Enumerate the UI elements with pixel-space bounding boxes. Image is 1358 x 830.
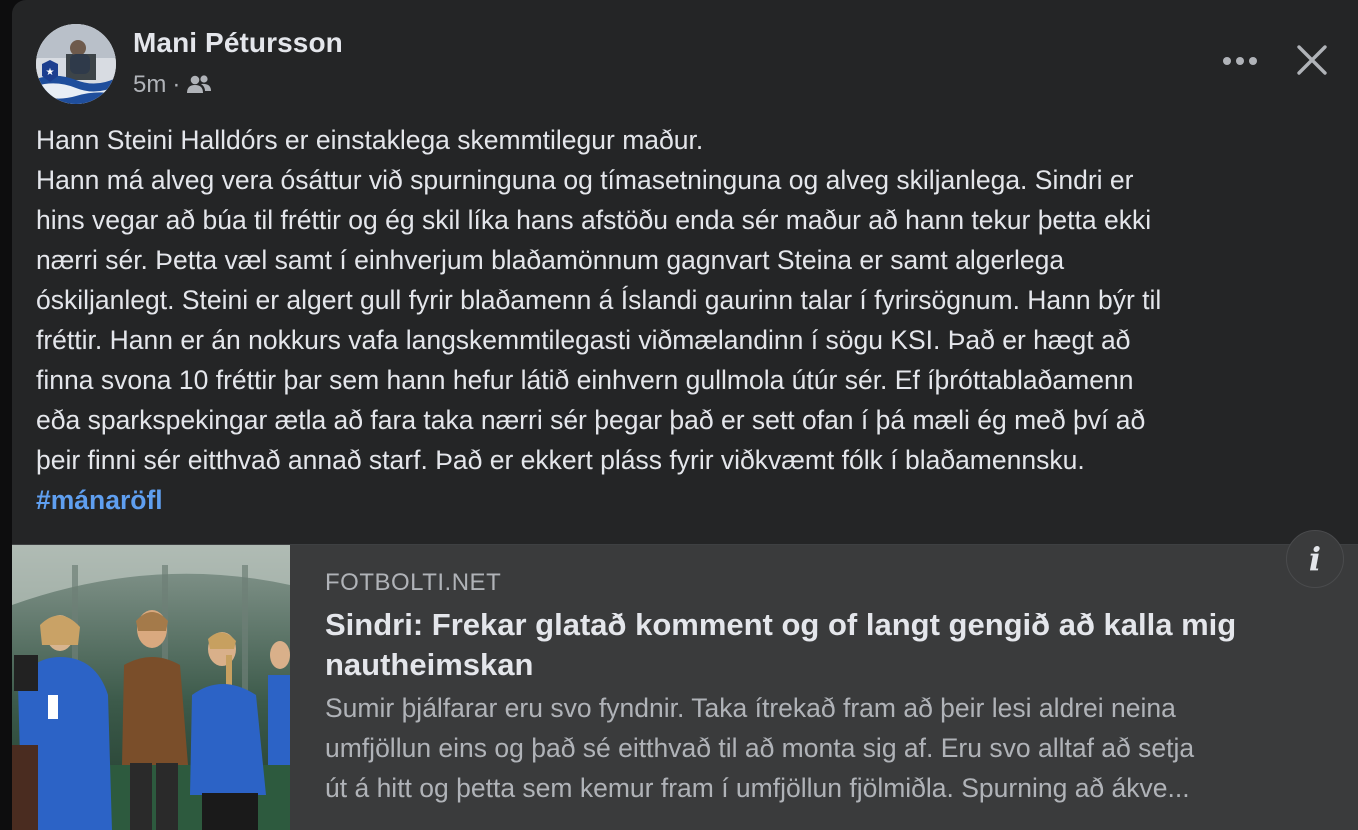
post-body-line: óskiljanlegt. Steini er algert gull fyri… (36, 285, 1162, 315)
link-description-line: Sumir þjálfarar eru svo fyndnir. Taka ít… (325, 693, 1176, 723)
hashtag-link[interactable]: #mánaröfl (36, 485, 163, 515)
svg-text:★: ★ (46, 67, 55, 78)
friends-icon[interactable] (186, 74, 212, 96)
link-title[interactable]: Sindri: Frekar glatað komment og of lang… (325, 605, 1315, 685)
post-body-line: fréttir. Hann er án nokkurs vafa langske… (36, 325, 1131, 355)
post-body-line: þeir finni sér eitthvað annað starf. Það… (36, 445, 1085, 475)
post-body-line: nærri sér. Þetta væl samt í einhverjum b… (36, 245, 1065, 275)
more-options-button[interactable] (1217, 44, 1263, 78)
link-preview-thumbnail[interactable] (12, 545, 290, 830)
meta-separator: · (172, 71, 181, 98)
link-preview-card[interactable]: FOTBOLTI.NET Sindri: Frekar glatað komme… (12, 544, 1358, 830)
info-button[interactable]: i (1286, 530, 1344, 588)
post-body-line: Hann Steini Halldórs er einstaklega skem… (36, 125, 704, 155)
link-domain: FOTBOLTI.NET (325, 569, 502, 596)
author-name[interactable]: Mani Pétursson (133, 27, 343, 59)
link-description: Sumir þjálfarar eru svo fyndnir. Taka ít… (325, 688, 1335, 808)
link-description-line: út á hitt og þetta sem kemur fram í umfj… (325, 773, 1190, 803)
author-avatar[interactable]: ★ (36, 24, 116, 104)
preview-photo (12, 545, 290, 830)
post-header: ★ Mani Pétursson 5m · (12, 0, 1358, 120)
post-body-line: Hann má alveg vera ósáttur við spurningu… (36, 165, 1134, 195)
close-button[interactable] (1290, 38, 1334, 82)
post-body-line: hins vegar að búa til fréttir og ég skil… (36, 205, 1152, 235)
post-meta: 5m · (133, 70, 212, 100)
info-icon: i (1308, 540, 1322, 578)
post-body-line: finna svona 10 fréttir þar sem hann hefu… (36, 365, 1134, 395)
link-description-line: umfjöllun eins og það sé eitthvað til að… (325, 733, 1195, 763)
avatar-image: ★ (36, 24, 116, 104)
post-body-line: eða sparkspekingar ætla að fara taka nær… (36, 405, 1146, 435)
post-card: ★ Mani Pétursson 5m · Hann Steini Halldó… (12, 0, 1358, 830)
post-body: Hann Steini Halldórs er einstaklega skem… (36, 120, 1354, 520)
close-icon (1297, 45, 1327, 75)
more-horizontal-icon (1223, 57, 1257, 65)
post-timestamp[interactable]: 5m (133, 71, 166, 99)
